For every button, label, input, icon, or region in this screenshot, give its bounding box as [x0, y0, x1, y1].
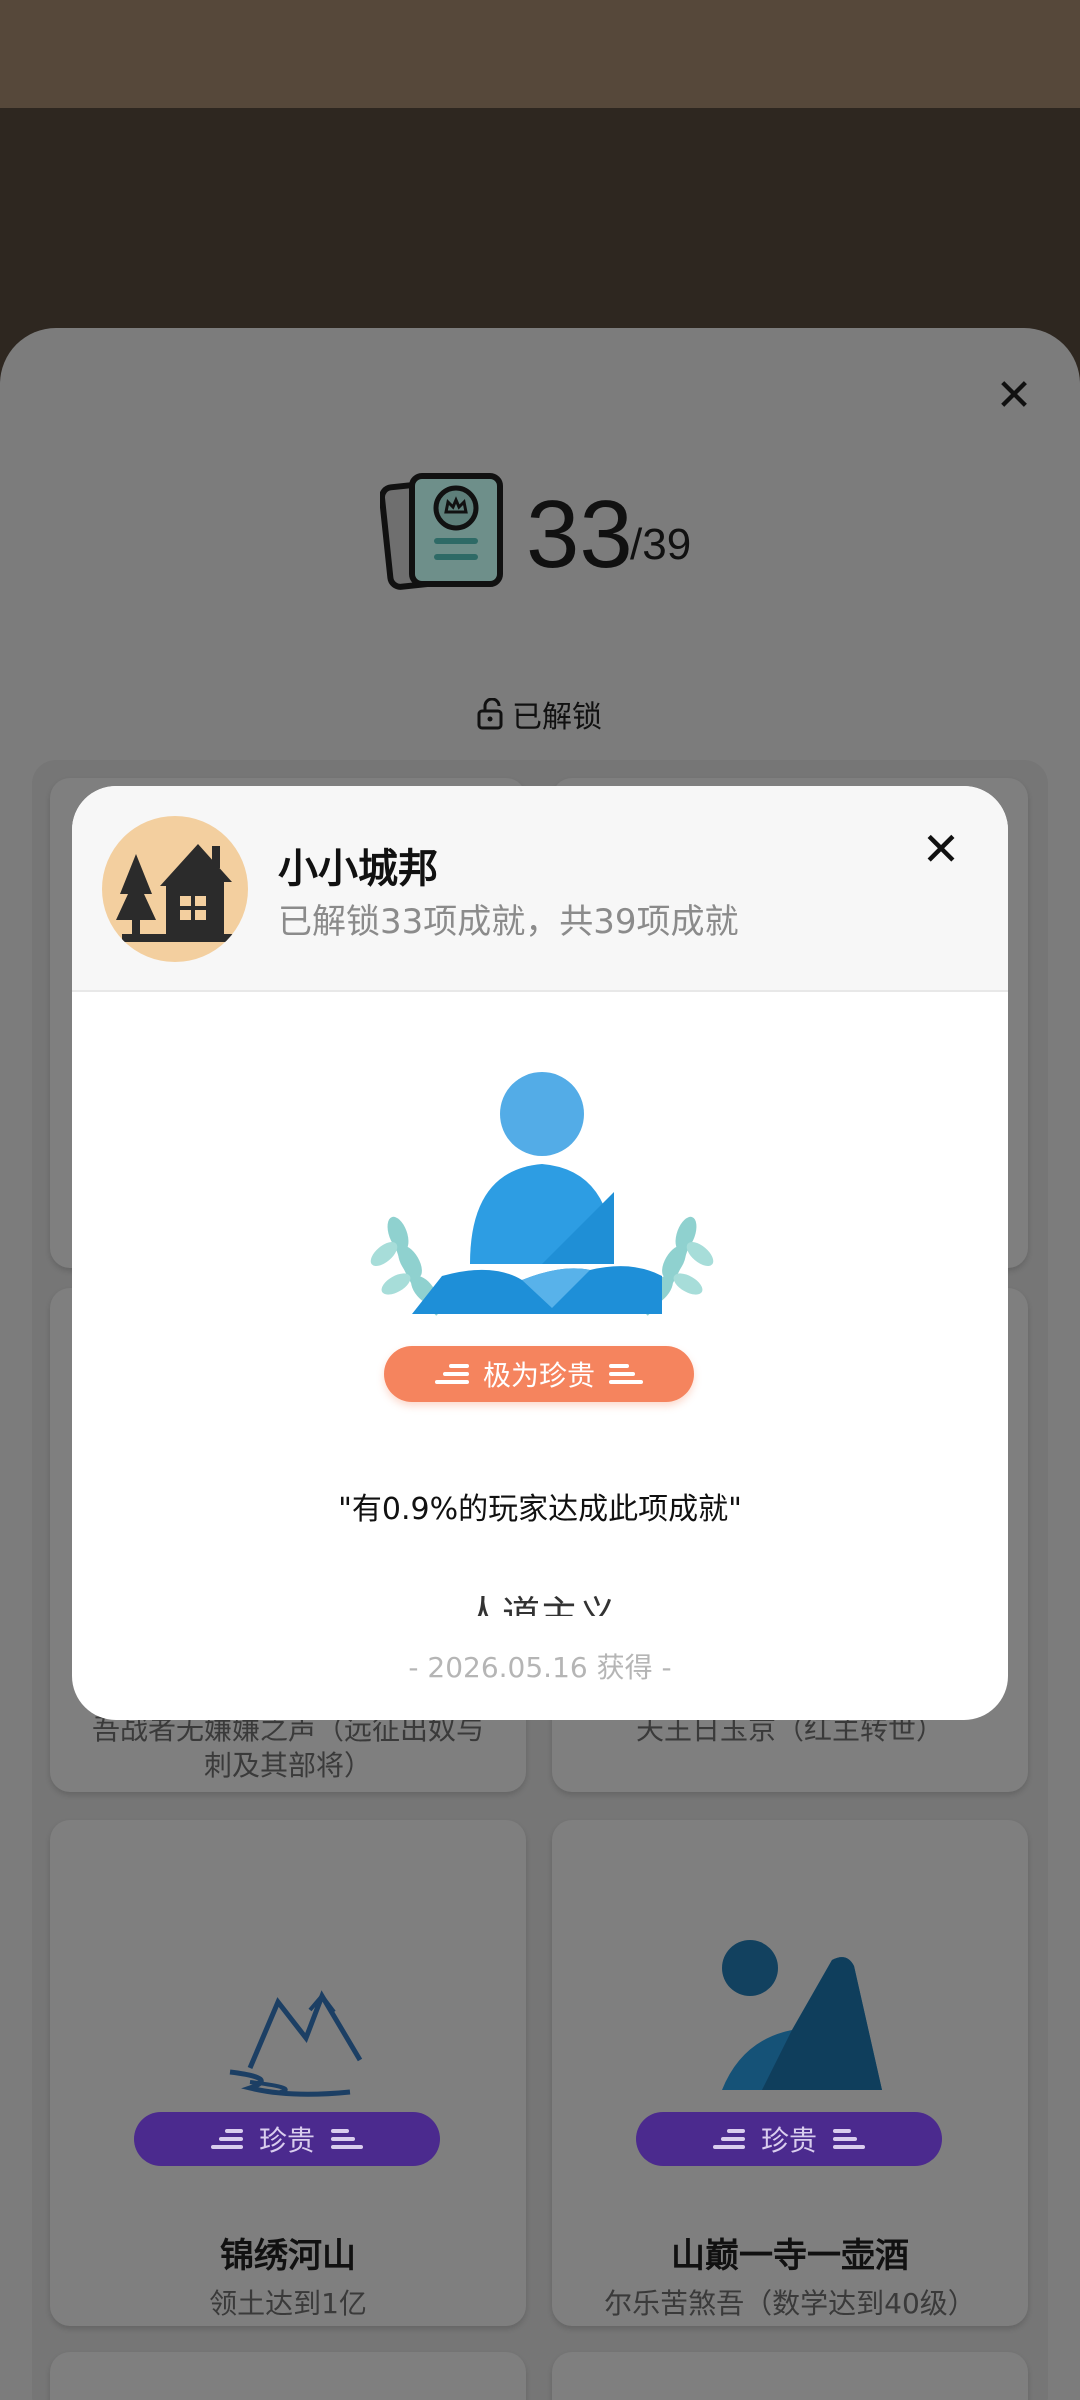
stripes-icon [331, 2129, 363, 2149]
achievement-card[interactable] [552, 2352, 1028, 2400]
stripes-icon [434, 1364, 469, 1384]
stripes-icon [712, 2129, 745, 2149]
unlocked-filter-label: 已解锁 [512, 700, 602, 735]
status-area [0, 0, 1080, 108]
achievement-card[interactable]: 珍贵 山巅一寺一壶酒 尔乐苦煞吾（数学达到40级） [552, 1820, 1028, 2326]
achievement-title: 锦绣河山 [220, 2236, 356, 2276]
achievement-counter: 33 /39 [380, 470, 720, 600]
rarity-badge: 珍贵 [636, 2112, 942, 2166]
total-count: /39 [630, 520, 692, 569]
achievement-detail-modal: 小小城邦 已解锁33项成就，共39项成就 ✕ 极为珍贵 "有0.9%的玩家达成此… [72, 786, 1008, 1720]
achievement-desc: 尔乐苦煞吾（数学达到40级） [604, 2287, 976, 2320]
unlocked-count: 33 [526, 481, 633, 588]
game-name: 小小城邦 [278, 846, 438, 892]
modal-header: 小小城邦 已解锁33项成就，共39项成就 ✕ [72, 786, 1008, 992]
achievement-date: - 2026.05.16 获得 - [408, 1651, 672, 1684]
rarity-label: 珍贵 [258, 2124, 315, 2157]
rarity-label: 珍贵 [760, 2124, 817, 2157]
unlock-icon [477, 698, 503, 730]
house-tree-icon [102, 816, 248, 962]
rarity-badge: 珍贵 [134, 2112, 440, 2166]
background-overlay [0, 108, 1080, 338]
stripes-icon [609, 1364, 643, 1384]
mountain-river-icon [229, 1990, 363, 2097]
rarity-badge: 极为珍贵 [384, 1346, 694, 1402]
modal-close-icon[interactable]: ✕ [914, 822, 968, 876]
card-desc-line: 刺及其部将） [203, 1749, 372, 1782]
achievement-book-icon [380, 473, 503, 590]
achievement-name: 人道主义 [463, 1593, 616, 1616]
game-progress-text: 已解锁33项成就，共39项成就 [278, 902, 739, 942]
mountain-sun-icon [722, 1940, 882, 2090]
stripes-icon [210, 2129, 243, 2149]
person-laurel-icon [370, 1072, 714, 1316]
achievement-card[interactable]: 珍贵 锦绣河山 领土达到1亿 [50, 1820, 526, 2326]
unlocked-filter[interactable]: 已解锁 [476, 694, 602, 735]
achievement-title: 山巅一寺一壶酒 [671, 2236, 909, 2276]
player-percentage-text: "有0.9%的玩家达成此项成就" [338, 1492, 742, 1527]
rarity-label: 极为珍贵 [482, 1359, 595, 1392]
achievement-card[interactable] [50, 2352, 526, 2400]
achievement-desc: 领土达到1亿 [209, 2287, 367, 2320]
stripes-icon [833, 2129, 865, 2149]
sheet-close-icon[interactable]: ✕ [990, 372, 1038, 420]
